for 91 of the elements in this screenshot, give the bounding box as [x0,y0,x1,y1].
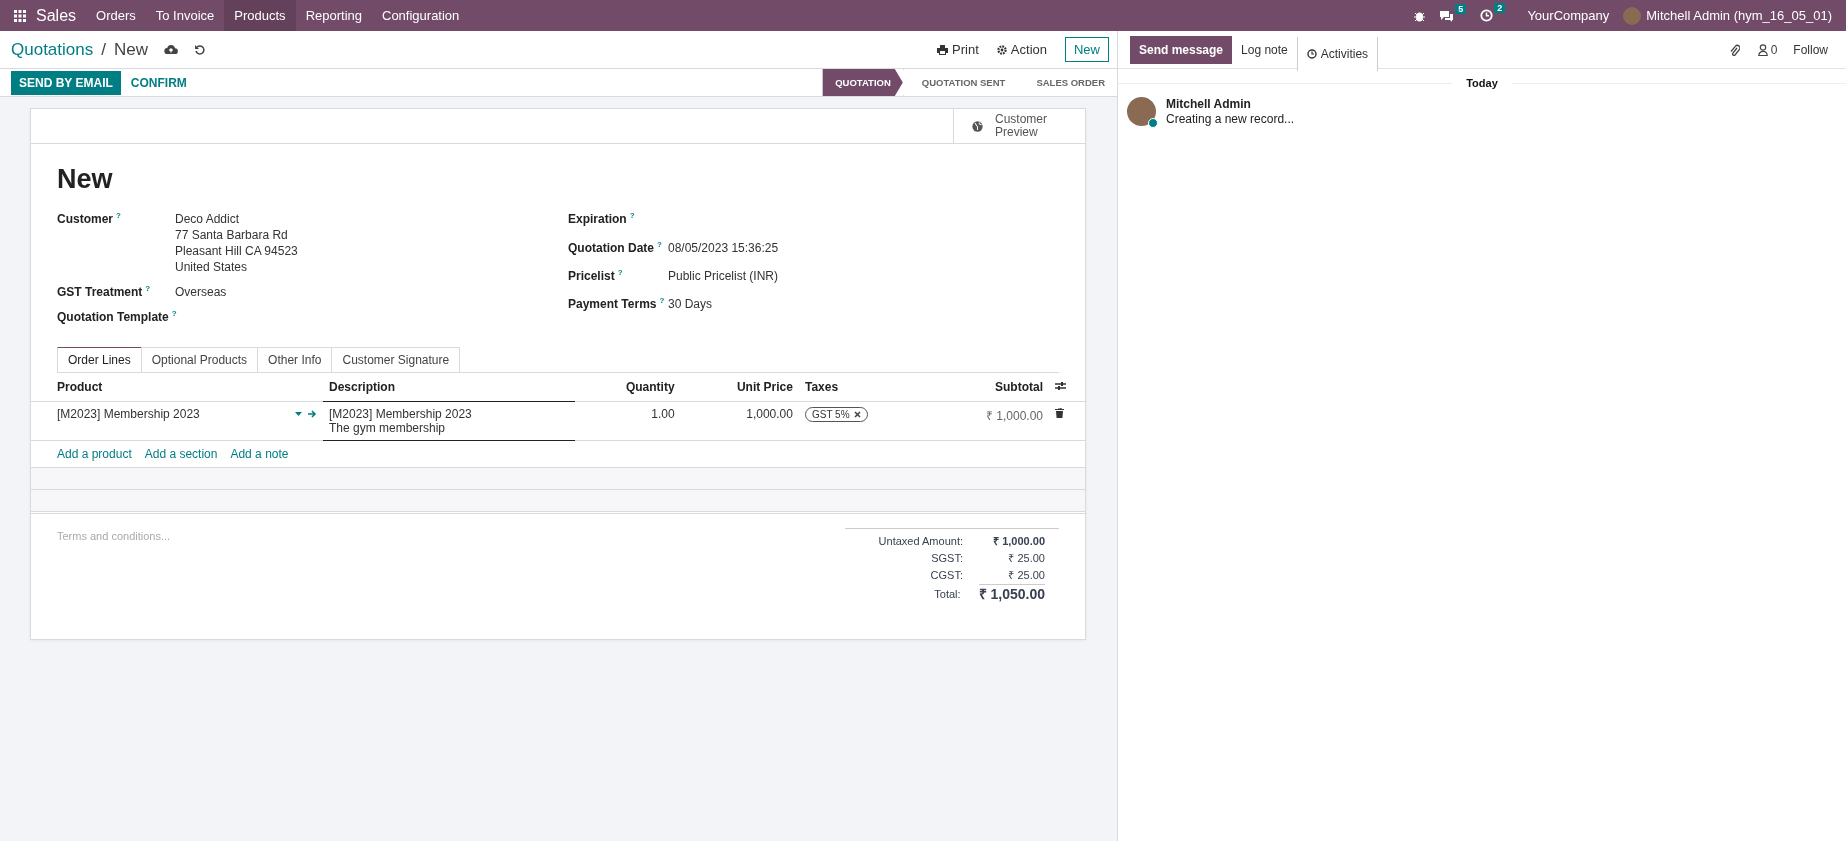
add-line-link[interactable]: Add a section [144,447,218,461]
message-count-badge: 5 [1455,3,1467,14]
breadcrumb-link[interactable]: Quotations [11,39,94,60]
company-switcher[interactable]: YourCompany [1527,8,1610,23]
column-header[interactable]: Description [323,373,575,402]
field-label: GST Treatment [57,285,143,299]
gear-icon [996,44,1007,55]
message-body: Creating a new record... [1166,112,1295,126]
status-step[interactable]: QUOTATION [822,69,903,96]
menu-item[interactable]: Orders [86,0,146,31]
follower-count[interactable]: 0 [1770,43,1778,57]
unit-price-cell[interactable]: 1,000.00 [680,401,799,441]
field-label: Payment Terms [568,297,657,311]
notebook-tab[interactable]: Order Lines [57,347,142,372]
total-label: CGST: [930,568,963,583]
confirm-button[interactable]: CONFIRM [120,70,197,95]
breadcrumb-separator: / [101,39,106,60]
chat-icon[interactable] [1439,9,1455,22]
total-label: Untaxed Amount: [878,534,963,549]
field-value[interactable]: Public Pricelist (INR) [668,268,1059,284]
column-header[interactable]: Product [31,373,323,402]
column-header[interactable]: Unit Price [680,373,799,402]
date-separator: Today [1452,77,1512,89]
total-value: ₹ 1,050.00 [978,584,1045,603]
cloud-upload-icon[interactable] [164,44,178,55]
total-value: ₹ 25.00 [1007,568,1045,583]
column-header[interactable]: Taxes [798,373,929,402]
print-button[interactable]: Print [933,40,983,59]
menu-item[interactable]: To Invoice [145,0,225,31]
field-value[interactable]: Overseas [175,284,548,300]
dropdown-caret-icon[interactable] [295,412,302,416]
column-header[interactable]: Subtotal [928,373,1049,402]
remove-icon[interactable] [853,411,861,418]
follow-button[interactable]: Follow [1789,41,1832,59]
description-text[interactable]: The gym membership [329,421,569,435]
field-value[interactable]: 77 Santa Barbara Rd [175,227,548,243]
help-tooltip-icon[interactable]: ? [617,268,623,277]
field-label: Quotation Date [568,241,654,255]
apps-grid-icon[interactable] [14,9,26,22]
message-author: Mitchell Admin [1166,97,1252,111]
field-value[interactable]: Deco Addict [175,211,548,227]
help-tooltip-icon[interactable]: ? [116,211,121,220]
action-button[interactable]: Action [992,40,1051,59]
field-value[interactable]: 30 Days [668,296,1059,312]
paperclip-icon[interactable] [1729,43,1740,57]
clock-icon [1306,48,1317,59]
total-value: ₹ 25.00 [1007,551,1045,566]
description-text[interactable]: [M2023] Membership 2023 [329,407,569,421]
help-tooltip-icon[interactable]: ? [145,284,151,293]
field-value[interactable]: 08/05/2023 15:36:25 [668,240,1059,256]
send-by-email-button[interactable]: SEND BY EMAIL [11,70,121,95]
menu-item[interactable]: Configuration [372,0,470,31]
quantity-cell[interactable]: 1.00 [575,401,681,441]
help-tooltip-icon[interactable]: ? [657,240,662,249]
help-tooltip-icon[interactable]: ? [659,296,665,305]
column-settings-icon[interactable] [1055,381,1066,391]
customer-preview-button[interactable]: Customer Preview [953,109,1085,143]
undo-icon[interactable] [194,43,206,56]
subtotal-cell: ₹ 1,000.00 [928,401,1049,441]
field-value[interactable]: United States [175,259,548,275]
notebook-tab[interactable]: Customer Signature [331,347,461,372]
product-input[interactable]: [M2023] Membership 2023 [57,407,289,421]
new-button[interactable]: New [1065,37,1109,62]
add-line-link[interactable]: Add a product [57,447,132,461]
menu-item[interactable]: Products [224,0,296,31]
total-label: Total: [934,587,961,602]
field-label: Pricelist [568,269,615,283]
breadcrumb-current: New [113,39,148,60]
total-value: ₹ 1,000.00 [992,534,1045,549]
printer-icon [937,44,949,55]
column-header[interactable]: Quantity [575,373,681,402]
trash-icon[interactable] [1055,408,1064,418]
menu-item[interactable]: Reporting [295,0,372,31]
field-label: Customer [57,212,113,226]
total-label: SGST: [931,551,963,566]
help-tooltip-icon[interactable]: ? [171,309,177,318]
user-menu[interactable]: Mitchell Admin (hym_16_05_01) [1646,8,1832,23]
clock-icon[interactable] [1480,9,1494,22]
globe-icon [972,118,983,134]
help-tooltip-icon[interactable]: ? [629,211,635,220]
activity-count-badge: 2 [1494,3,1506,13]
field-label: Quotation Template [57,310,169,324]
chatter-tab[interactable]: Activities [1296,36,1379,71]
person-icon[interactable] [1757,44,1768,56]
add-line-link[interactable]: Add a note [230,447,289,461]
chatter-tab[interactable]: Send message [1130,36,1233,64]
arrow-right-icon[interactable] [308,410,317,418]
app-name[interactable]: Sales [36,6,77,25]
field-value[interactable]: Pleasant Hill CA 94523 [175,243,548,259]
field-label: Expiration [568,212,627,226]
record-title: New [57,164,114,195]
